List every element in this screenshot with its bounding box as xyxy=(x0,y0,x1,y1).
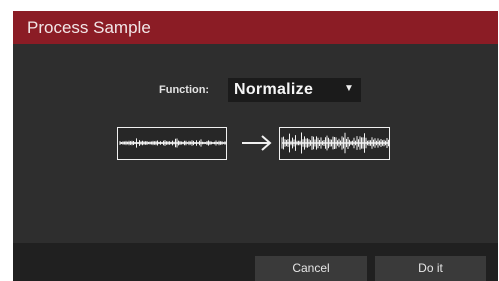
dialog-title: Process Sample xyxy=(27,18,151,37)
right-arrow-icon xyxy=(242,135,272,151)
cancel-button[interactable]: Cancel xyxy=(255,256,367,281)
waveform-normalized-icon xyxy=(279,127,390,160)
waveform-before-icon xyxy=(117,127,227,160)
dialog-title-bar: Process Sample xyxy=(13,11,498,44)
function-select[interactable]: Normalize ▼ xyxy=(228,78,361,102)
do-it-button[interactable]: Do it xyxy=(375,256,486,281)
function-label: Function: xyxy=(159,84,210,96)
caret-down-icon: ▼ xyxy=(344,83,354,94)
process-sample-dialog: Process Sample Function: Normalize ▼ Can… xyxy=(13,11,498,281)
function-select-value: Normalize xyxy=(234,81,314,98)
